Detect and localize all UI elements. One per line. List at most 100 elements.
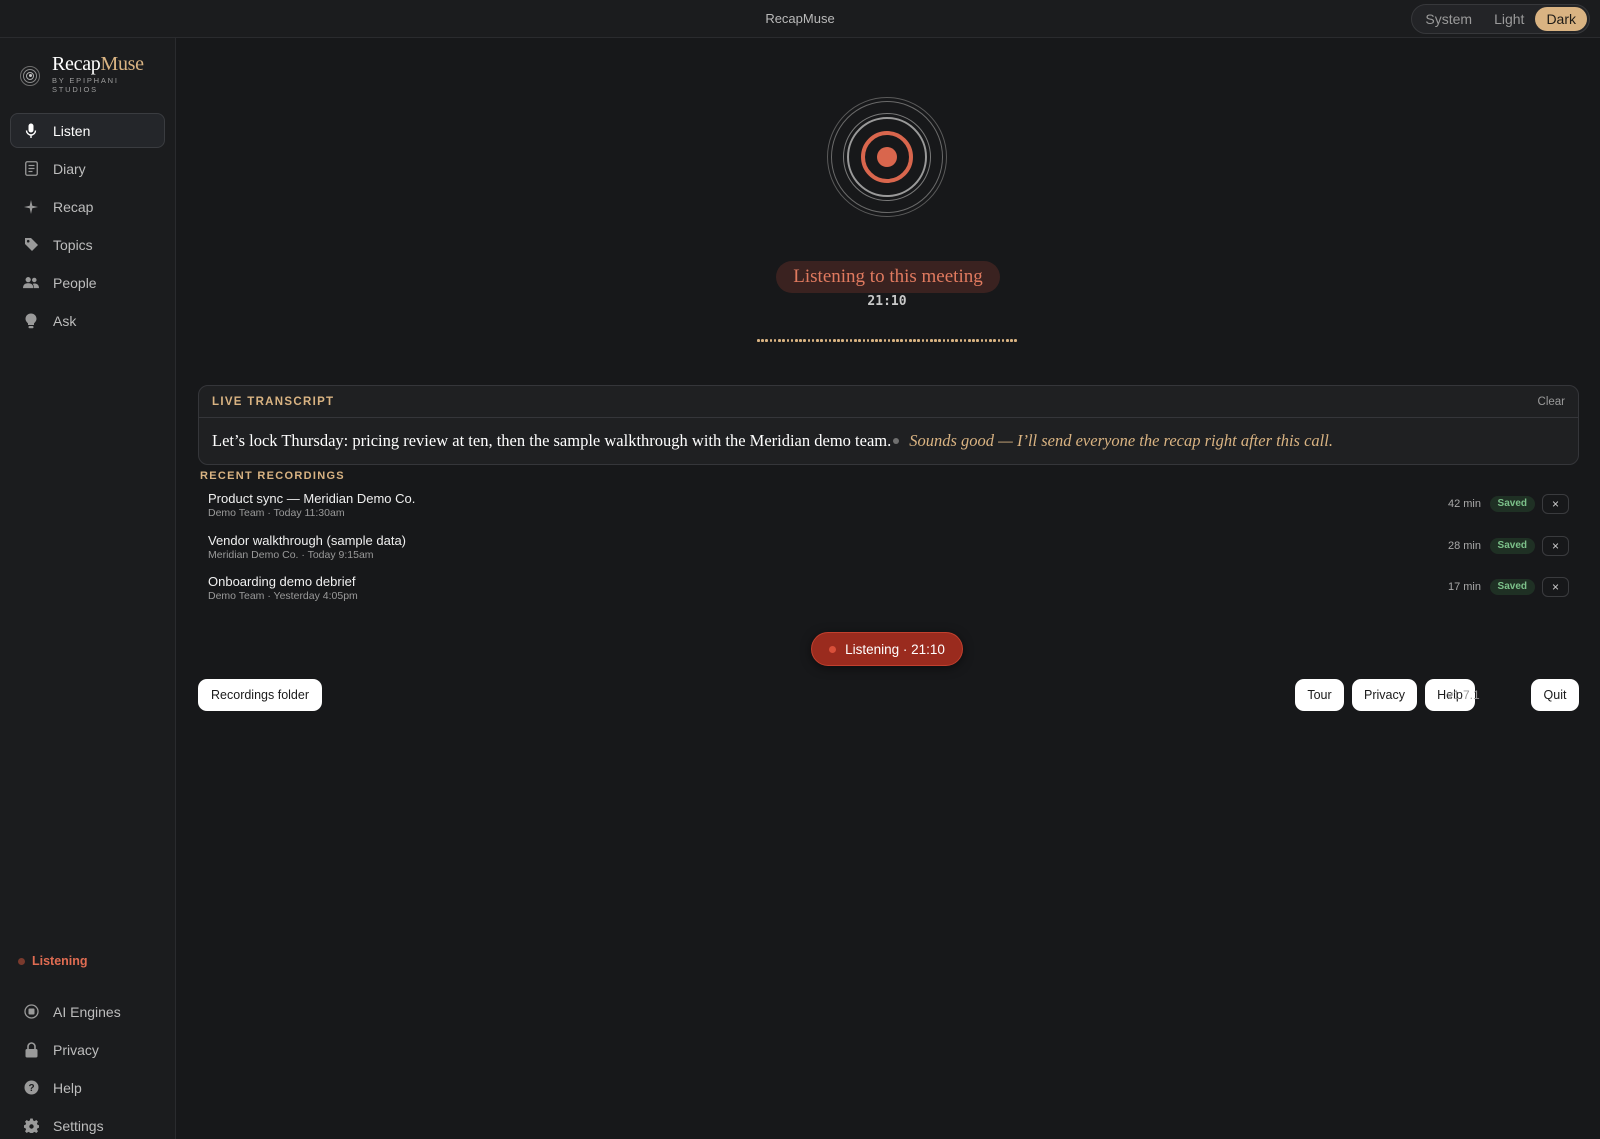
transcript-title: LIVE TRANSCRIPT (212, 395, 335, 408)
lock-icon (23, 1041, 39, 1058)
version-label: v1.7.1 (1447, 688, 1480, 702)
audio-level-dot (875, 339, 878, 342)
sidebar-item-recap[interactable]: Recap (10, 189, 165, 224)
sidebar-item-label: Listen (53, 122, 91, 139)
audio-level-dot (980, 339, 984, 342)
audio-level-dot (773, 339, 777, 342)
audio-level-dot (951, 339, 954, 342)
help-icon: ? (23, 1080, 39, 1096)
delete-recording-button[interactable]: × (1542, 535, 1569, 556)
recording-meta: Demo Team · Today 11:30am (208, 507, 345, 519)
sidebar-item-settings[interactable]: Settings (10, 1108, 165, 1139)
audio-level-dot (765, 339, 769, 342)
title-bar: RecapMuse System Light Dark (0, 0, 1600, 38)
audio-level-dot (913, 339, 916, 342)
sidebar: RecapMuse BY EPIPHANI STUDIOS Listen Dia… (0, 38, 176, 1139)
recording-duration: 28 min (1447, 539, 1481, 552)
list-item[interactable]: Vendor walkthrough (sample data) Meridia… (198, 526, 1579, 568)
privacy-button[interactable]: Privacy (1352, 679, 1417, 711)
audio-level-dot (828, 339, 832, 342)
audio-level-dot (845, 339, 849, 342)
sidebar-item-diary[interactable]: Diary (10, 151, 165, 186)
people-icon (23, 275, 39, 291)
audio-level-dot (832, 339, 836, 342)
audio-level-dot (883, 339, 887, 342)
audio-level-dot (769, 339, 773, 342)
transcript-final-text: Let’s lock Thursday: pricing review at t… (212, 431, 892, 450)
notebook-icon (23, 161, 39, 177)
transcript-partial-text: Sounds good — I’ll send everyone the rec… (909, 431, 1333, 450)
recording-status-indicator: Listening (18, 954, 88, 968)
recent-recordings-title: RECENT RECORDINGS (200, 470, 345, 482)
theme-option-light[interactable]: Light (1483, 7, 1535, 31)
audio-level-dot (917, 339, 920, 342)
sidebar-item-ask[interactable]: Ask (10, 303, 165, 338)
audio-level-dot (879, 339, 882, 342)
sidebar-item-people[interactable]: People (10, 265, 165, 300)
audio-level-dot (811, 339, 815, 342)
audio-level-dot (807, 339, 811, 342)
audio-level-dot (887, 339, 891, 342)
list-item[interactable]: Onboarding demo debrief Demo Team · Yest… (198, 567, 1579, 609)
theme-option-system[interactable]: System (1414, 7, 1483, 31)
audio-level-dot (921, 339, 925, 342)
recording-dot-icon (829, 645, 837, 653)
sidebar-bottom-nav: AI Engines Privacy ? Help Settings (10, 994, 165, 1139)
audio-level-dot (993, 339, 996, 342)
audio-level-dot (816, 339, 819, 342)
sidebar-item-help[interactable]: ? Help (10, 1070, 165, 1105)
audio-level-dot (959, 339, 963, 342)
main-content: Listening to this meeting 21:10 LIVE TRA… (177, 38, 1600, 1139)
sidebar-item-label: AI Engines (53, 1003, 121, 1020)
delete-recording-button[interactable]: × (1542, 577, 1569, 597)
sidebar-item-label: Topics (53, 236, 93, 253)
audio-level-dot (841, 339, 844, 342)
brand-name: RecapMuse (52, 53, 144, 75)
delete-recording-button[interactable]: × (1542, 494, 1569, 514)
sidebar-item-listen[interactable]: Listen (10, 113, 165, 148)
sidebar-item-label: People (53, 274, 97, 291)
audio-level-dot (900, 339, 904, 342)
microphone-icon (23, 123, 39, 139)
tour-button[interactable]: Tour (1295, 679, 1344, 711)
live-transcript-panel: LIVE TRANSCRIPT Clear Let’s lock Thursda… (198, 385, 1579, 465)
recordings-folder-button[interactable]: Recordings folder (198, 679, 322, 711)
transcript-separator-icon (893, 438, 900, 444)
gear-icon (23, 1118, 39, 1134)
audio-level-dot (989, 339, 992, 342)
theme-option-dark[interactable]: Dark (1535, 7, 1587, 31)
audio-level-dot (794, 339, 798, 342)
audio-level-dot (925, 339, 929, 342)
audio-level-dot (1001, 339, 1005, 342)
listening-status-label: Listening to this meeting (793, 266, 983, 287)
recording-duration: 42 min (1447, 498, 1481, 510)
svg-text:?: ? (28, 1083, 34, 1094)
audio-level-indicator (757, 339, 1019, 343)
sparkle-icon (23, 199, 39, 215)
audio-level-dot (757, 339, 760, 342)
sidebar-item-ai-engines[interactable]: AI Engines (10, 994, 165, 1029)
recording-title: Onboarding demo debrief (208, 574, 356, 589)
sidebar-nav: Listen Diary Recap Topics People Ask (10, 113, 165, 341)
stop-listening-button[interactable]: Listening · 21:10 (811, 632, 963, 666)
audio-level-dot (1014, 339, 1017, 342)
audio-level-dot (837, 339, 840, 342)
status-dot-icon (18, 957, 25, 965)
audio-level-dot (968, 339, 971, 342)
audio-level-dot (892, 339, 895, 342)
list-item[interactable]: Product sync — Meridian Demo Co. Demo Te… (198, 484, 1579, 526)
sidebar-item-topics[interactable]: Topics (10, 227, 165, 262)
quit-button[interactable]: Quit (1531, 679, 1579, 711)
brand-subtitle: BY EPIPHANI STUDIOS (52, 76, 119, 94)
audio-level-dot (896, 339, 899, 342)
brand: RecapMuse BY EPIPHANI STUDIOS (20, 53, 144, 94)
recording-title: Product sync — Meridian Demo Co. (208, 491, 416, 506)
audio-level-dot (870, 339, 874, 342)
audio-level-dot (782, 339, 785, 342)
sidebar-item-privacy[interactable]: Privacy (10, 1032, 165, 1067)
clear-transcript-button[interactable]: Clear (1538, 396, 1565, 408)
audio-level-dot (1005, 339, 1009, 342)
transcript-body: Let’s lock Thursday: pricing review at t… (199, 418, 1578, 464)
recording-title: Vendor walkthrough (sample data) (208, 532, 407, 548)
theme-switcher: System Light Dark (1411, 4, 1590, 34)
